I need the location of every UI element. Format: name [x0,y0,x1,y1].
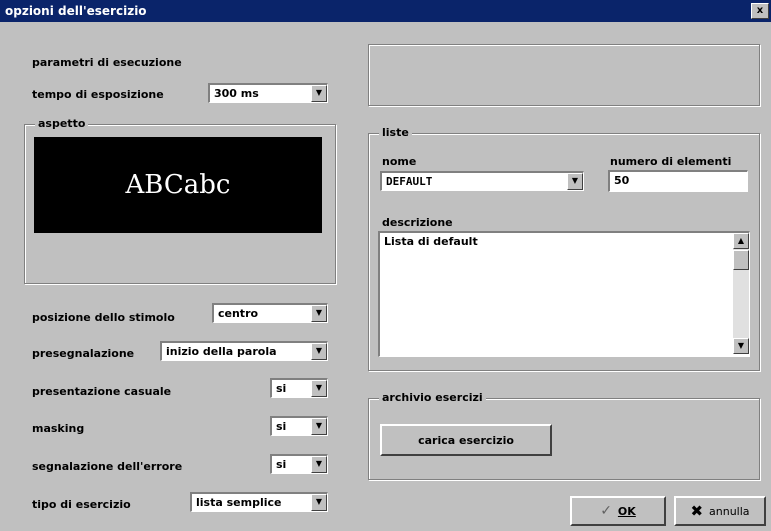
desc-scrollbar[interactable]: ▲ ▼ [733,233,749,354]
random-value: si [276,382,287,395]
cancel-label: annulla [709,504,750,518]
title-bar: opzioni dell'esercizio x [0,0,771,22]
position-value: centro [218,307,259,320]
exposure-select[interactable]: 300 ms ▼ [208,83,328,103]
count-input[interactable]: 50 [608,170,748,192]
random-label: presentazione casuale [32,385,172,398]
info-panel [368,44,760,106]
desc-textarea[interactable]: Lista di default ▲ ▼ [378,231,750,357]
scroll-up-icon[interactable]: ▲ [733,233,749,249]
ok-button[interactable]: ✓ OK [570,496,666,526]
load-exercise-label: carica esercizio [418,433,514,447]
cancel-button[interactable]: ✖ annulla [674,496,766,526]
masking-value: si [276,420,287,433]
check-icon: ✓ [600,503,612,519]
presignal-value: inizio della parola [166,345,277,358]
name-value: DEFAULT [386,175,433,188]
name-label: nome [382,155,417,168]
type-value: lista semplice [196,496,282,509]
error-select[interactable]: si ▼ [270,454,328,474]
count-label: numero di elementi [610,155,732,168]
count-value: 50 [614,174,630,187]
type-label: tipo di esercizio [32,498,131,511]
name-select[interactable]: DEFAULT ▼ [380,171,584,191]
position-label: posizione dello stimolo [32,311,175,324]
desc-value: Lista di default [384,235,478,248]
random-select[interactable]: si ▼ [270,378,328,398]
presignal-select[interactable]: inizio della parola ▼ [160,341,328,361]
aspect-title: aspetto [35,117,89,130]
x-icon: ✖ [690,502,704,520]
archive-title: archivio esercizi [379,391,486,404]
error-value: si [276,458,287,471]
masking-label: masking [32,422,85,435]
chevron-down-icon[interactable]: ▼ [311,343,327,360]
scroll-down-icon[interactable]: ▼ [733,338,749,354]
ok-label: OK [617,504,636,518]
lists-title: liste [379,126,412,139]
type-select[interactable]: lista semplice ▼ [190,492,328,512]
chevron-down-icon[interactable]: ▼ [311,456,327,473]
chevron-down-icon[interactable]: ▼ [311,380,327,397]
chevron-down-icon[interactable]: ▼ [311,494,327,511]
chevron-down-icon[interactable]: ▼ [311,305,327,322]
chevron-down-icon[interactable]: ▼ [311,85,327,102]
font-preview[interactable]: ABCabc [34,137,322,233]
load-exercise-button[interactable]: carica esercizio [380,424,552,456]
chevron-down-icon[interactable]: ▼ [311,418,327,435]
execution-params-title: parametri di esecuzione [32,56,182,69]
position-select[interactable]: centro ▼ [212,303,328,323]
exposure-label: tempo di esposizione [32,88,164,101]
desc-label: descrizione [382,216,453,229]
preview-text: ABCabc [125,170,231,200]
masking-select[interactable]: si ▼ [270,416,328,436]
close-button[interactable]: x [751,3,769,19]
chevron-down-icon[interactable]: ▼ [567,173,583,190]
scroll-thumb[interactable] [733,250,749,270]
error-label: segnalazione dell'errore [32,460,183,473]
exposure-value: 300 ms [214,87,259,100]
presignal-label: presegnalazione [32,347,135,360]
window-title: opzioni dell'esercizio [5,4,147,18]
